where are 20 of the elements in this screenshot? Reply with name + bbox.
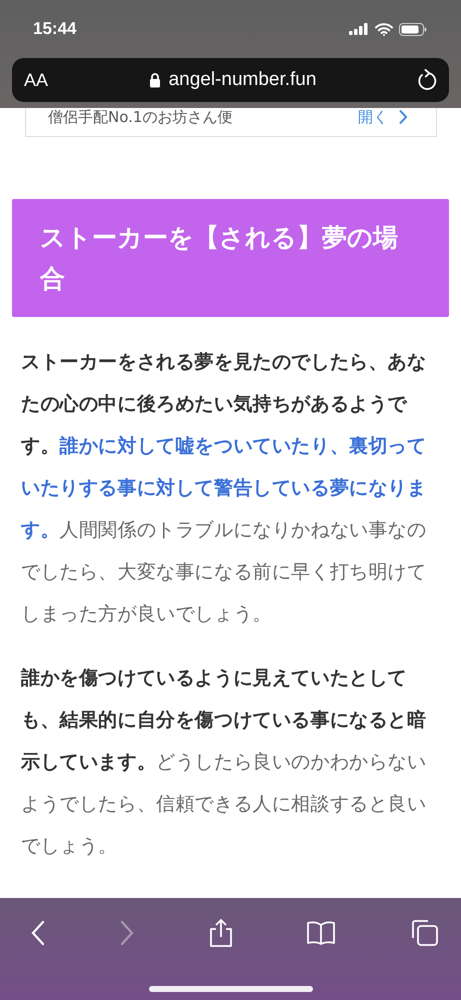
paragraph: ストーカーをされる夢を見たのでしたら、あなたの心の中に後ろめたい気持ちがあるようです。誰かに対して嘘をついていたり、裏切っていたりする事に対して警告している夢になります。人間関係のトラブルになりかねない事なのでしたら、大変な事になる前に早く打ち明けてしまった方が良いでしょう。 xyxy=(21,350,428,627)
chevron-right-icon xyxy=(398,109,408,125)
lock-icon xyxy=(148,72,161,88)
status-time: 15:44 xyxy=(33,19,76,39)
back-icon[interactable] xyxy=(30,920,46,946)
ad-text: 僧侶手配No.1のお坊さん便 xyxy=(48,108,232,126)
section-heading: ストーカーを【される】夢の場合 xyxy=(12,199,449,317)
paragraph: 誰かを傷つけているように見えていたとしても、結果的に自分を傷つけている事になると暗示しています。どうしたら良いのかわからないようでしたら、信頼できる人に相談すると良いでしょう。 xyxy=(21,666,428,859)
tabs-icon[interactable] xyxy=(409,918,439,948)
wifi-icon xyxy=(375,22,393,36)
signal-icon xyxy=(349,23,369,35)
ad-banner[interactable]: 僧侶手配No.1のお坊さん便 開く xyxy=(25,108,437,137)
url-text: angel-number.fun xyxy=(168,69,316,91)
open-link[interactable]: 開く xyxy=(358,108,388,126)
share-icon[interactable] xyxy=(208,918,234,948)
reload-icon[interactable] xyxy=(417,69,437,91)
book-icon[interactable] xyxy=(306,920,336,946)
battery-icon xyxy=(399,22,427,36)
address-bar[interactable]: AA angel-number.fun xyxy=(12,58,449,102)
text-size-button[interactable]: AA xyxy=(24,70,48,90)
